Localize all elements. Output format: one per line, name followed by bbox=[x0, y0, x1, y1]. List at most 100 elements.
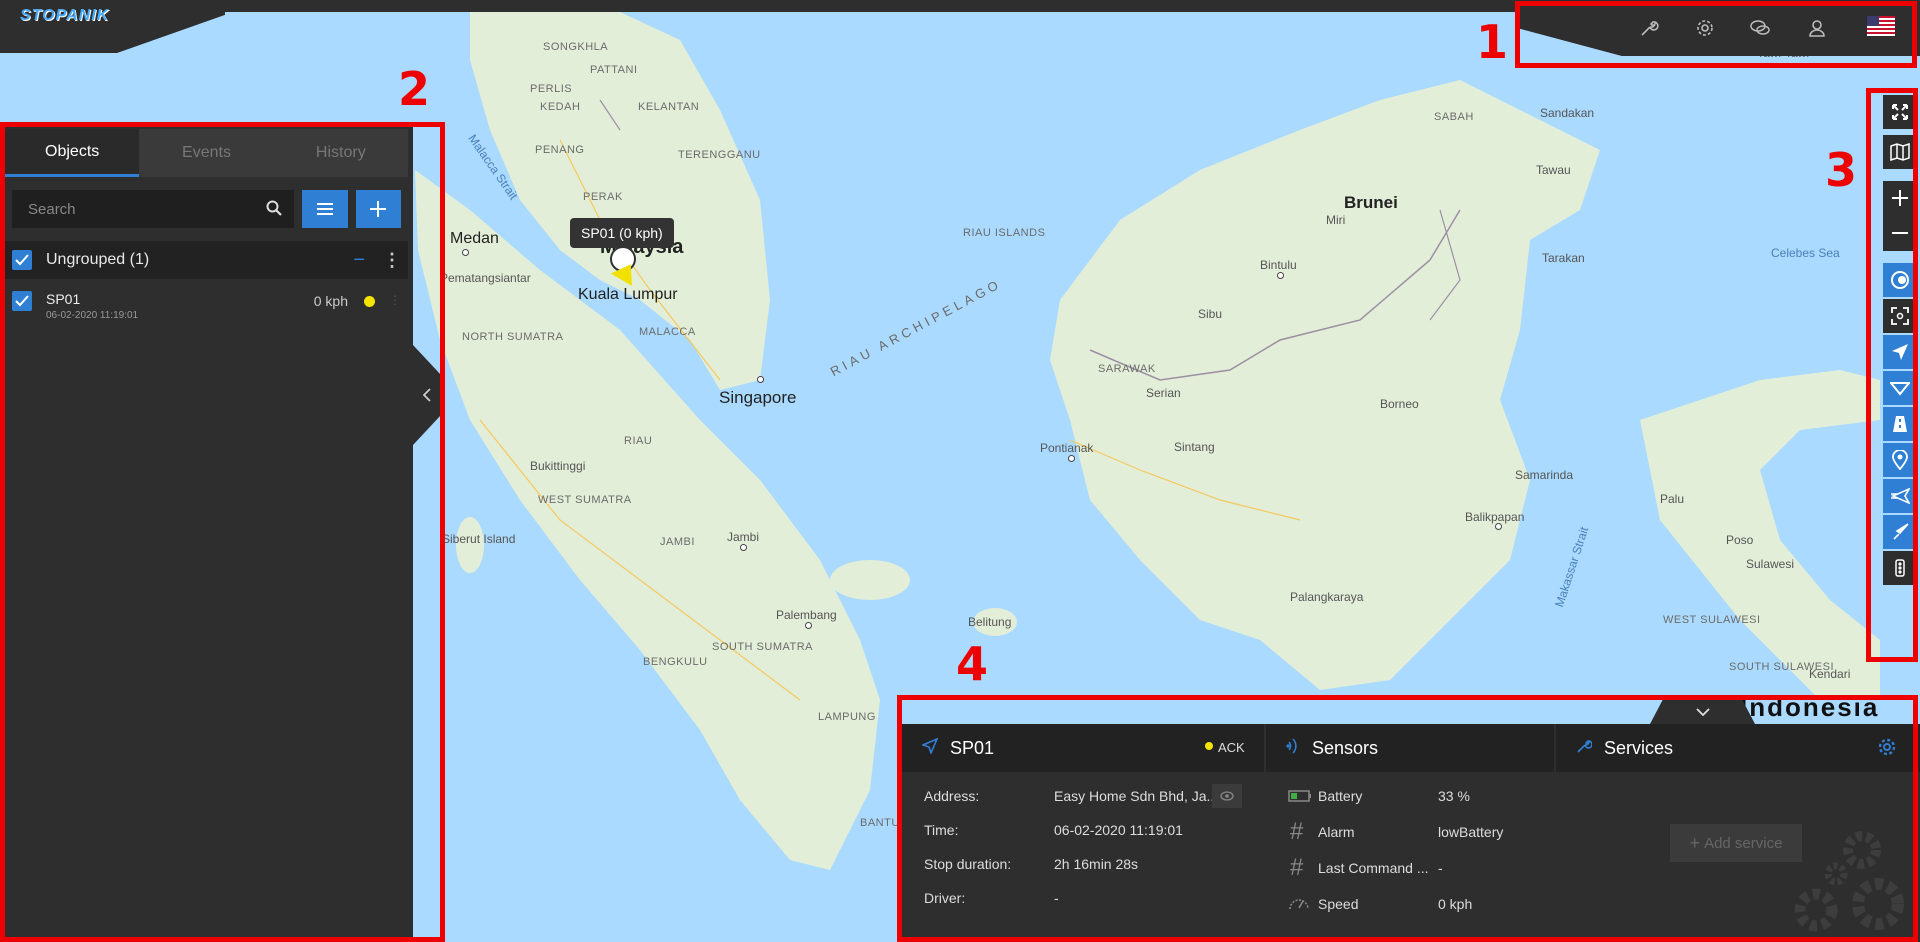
hash-icon: # bbox=[1290, 818, 1304, 845]
tab-objects[interactable]: Objects bbox=[5, 129, 140, 177]
map-label: RIAU bbox=[624, 435, 653, 447]
map-label: PATTANI bbox=[590, 64, 638, 76]
map-label: Bukittinggi bbox=[530, 459, 586, 473]
fullscreen-icon[interactable] bbox=[1883, 95, 1917, 129]
map-label: NORTH SUMATRA bbox=[462, 331, 564, 343]
fit-bounds-icon[interactable] bbox=[1883, 299, 1917, 333]
address-value: Easy Home Sdn Bhd, Ja... bbox=[1054, 788, 1219, 804]
map-label: Palu bbox=[1660, 492, 1685, 506]
map-label: Siberut Island bbox=[442, 532, 516, 546]
map-label: Tarakan bbox=[1542, 251, 1585, 265]
alarm-value: lowBattery bbox=[1438, 824, 1504, 840]
check-icon bbox=[15, 295, 29, 307]
tab-history[interactable]: History bbox=[274, 129, 408, 177]
driver-label: Driver: bbox=[924, 890, 966, 906]
alarm-label: Alarm bbox=[1318, 824, 1355, 840]
app-logo[interactable]: STOPANIK bbox=[20, 7, 109, 25]
show-address-button[interactable] bbox=[1212, 784, 1242, 808]
map-label: PENANG bbox=[535, 144, 585, 156]
gear-icon[interactable] bbox=[1693, 16, 1717, 40]
collapse-details-button[interactable] bbox=[1650, 700, 1755, 724]
speed-value: 0 kph bbox=[1438, 896, 1473, 912]
user-icon[interactable] bbox=[1805, 16, 1829, 40]
map-label: Samarinda bbox=[1515, 468, 1574, 482]
details-panel: SP01 ACK Sensors Services Address: Easy … bbox=[902, 724, 1920, 942]
services-header: Services bbox=[1556, 724, 1920, 772]
object-checkbox[interactable] bbox=[12, 291, 32, 311]
routes-icon[interactable] bbox=[1883, 371, 1917, 405]
map-label: Medan bbox=[450, 230, 499, 247]
stop-duration-value: 2h 16min 28s bbox=[1054, 856, 1139, 872]
wrench-icon bbox=[1576, 738, 1593, 759]
object-menu-icon[interactable]: ⋮ bbox=[389, 293, 401, 307]
map-label: SONGKHLA bbox=[543, 41, 609, 53]
collapse-group-button[interactable]: − bbox=[353, 249, 365, 272]
map-label: SABAH bbox=[1434, 111, 1474, 123]
map-label: Tawau bbox=[1536, 163, 1571, 177]
battery-value: 33 % bbox=[1438, 788, 1470, 804]
sensors-header: Sensors bbox=[1266, 724, 1554, 772]
list-view-button[interactable] bbox=[302, 190, 348, 228]
ruler-icon[interactable] bbox=[1883, 263, 1917, 297]
hash-icon: # bbox=[1290, 854, 1304, 881]
traffic-light-icon[interactable] bbox=[1883, 551, 1917, 585]
map-layers-icon[interactable] bbox=[1883, 135, 1917, 169]
speed-label: Speed bbox=[1318, 896, 1359, 912]
map-label: Belitung bbox=[968, 615, 1012, 629]
status-dot bbox=[364, 296, 375, 307]
wrench-icon[interactable] bbox=[1637, 16, 1661, 40]
map-label: MALACCA bbox=[639, 326, 696, 338]
object-details-header: SP01 ACK bbox=[902, 724, 1264, 772]
city-dot bbox=[740, 544, 747, 551]
place-marker-icon[interactable] bbox=[1883, 443, 1917, 477]
address-label: Address: bbox=[924, 788, 980, 804]
signal-icon bbox=[1286, 737, 1300, 759]
zoom-out-icon[interactable] bbox=[1883, 215, 1917, 251]
map-label: Balikpapan bbox=[1465, 510, 1525, 524]
last-command-value: - bbox=[1438, 860, 1443, 876]
map-label: WEST SULAWESI bbox=[1663, 614, 1761, 626]
city-dot bbox=[1277, 272, 1284, 279]
city-dot bbox=[757, 376, 764, 383]
zoom-in-icon[interactable] bbox=[1883, 181, 1917, 215]
group-checkbox[interactable] bbox=[12, 250, 32, 270]
stop-duration-label: Stop duration: bbox=[924, 856, 1012, 872]
navigation-icon[interactable] bbox=[1883, 335, 1917, 369]
ack-button[interactable]: ACK bbox=[1218, 740, 1245, 755]
search-input[interactable] bbox=[28, 200, 267, 218]
group-row[interactable]: Ungrouped (1) − ⋮ bbox=[5, 241, 408, 279]
send-command-icon[interactable] bbox=[1883, 479, 1917, 513]
search-icon[interactable] bbox=[266, 200, 283, 219]
objects-panel: Objects Events History Ungrouped (1) − ⋮… bbox=[0, 124, 413, 942]
map-label: RIAU ISLANDS bbox=[963, 227, 1046, 239]
object-details-title: SP01 bbox=[950, 737, 995, 758]
map-label: Miri bbox=[1326, 213, 1346, 227]
map-label: BENGKULU bbox=[643, 656, 708, 668]
map-label: Borneo bbox=[1380, 397, 1419, 411]
time-value: 06-02-2020 11:19:01 bbox=[1054, 822, 1183, 838]
last-command-label: Last Command ... bbox=[1318, 860, 1429, 876]
map-label: PERLIS bbox=[530, 83, 573, 95]
object-list-item[interactable]: SP01 06-02-2020 11:19:01 0 kph ⋮ bbox=[0, 279, 413, 321]
us-flag-icon[interactable] bbox=[1867, 16, 1895, 36]
map-label: Pontianak bbox=[1040, 441, 1094, 455]
map-label: LAMPUNG bbox=[818, 711, 876, 723]
trip-icon[interactable] bbox=[1883, 515, 1917, 549]
add-service-button[interactable]: + Add service bbox=[1670, 824, 1802, 862]
map-label: SARAWAK bbox=[1098, 363, 1156, 375]
chat-icon[interactable] bbox=[1748, 16, 1772, 40]
speedometer-icon bbox=[1288, 894, 1310, 917]
map-label: Singapore bbox=[719, 388, 797, 407]
map-label: Poso bbox=[1726, 533, 1754, 547]
group-label: Ungrouped (1) bbox=[46, 251, 150, 268]
map-tools-toolbar bbox=[1880, 95, 1920, 591]
annotation-number-4: 4 bbox=[956, 637, 989, 691]
road-icon[interactable] bbox=[1883, 407, 1917, 441]
add-object-button[interactable] bbox=[355, 190, 401, 228]
tab-events[interactable]: Events bbox=[139, 129, 273, 177]
chevron-left-icon bbox=[423, 388, 431, 402]
object-name: SP01 bbox=[46, 291, 81, 307]
group-menu-icon[interactable]: ⋮ bbox=[383, 250, 401, 271]
object-speed: 0 kph bbox=[313, 293, 348, 309]
services-settings-gear-icon[interactable] bbox=[1878, 738, 1896, 761]
